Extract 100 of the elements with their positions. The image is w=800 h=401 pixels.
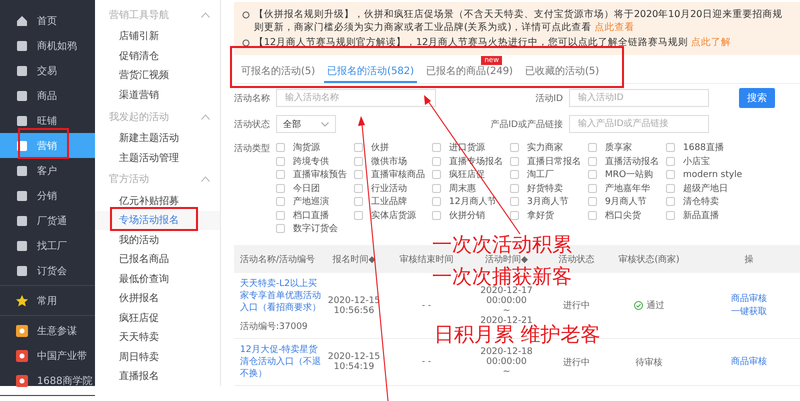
menu-item[interactable]: 新建主题活动	[95, 128, 220, 148]
menu-item[interactable]: 促销清仓	[95, 46, 220, 66]
checkbox[interactable]	[432, 210, 441, 220]
menu-item[interactable]: 我的活动	[95, 230, 220, 250]
checkbox[interactable]	[354, 197, 363, 206]
nav-item[interactable]: 中国产业带	[0, 343, 95, 368]
checkbox[interactable]	[666, 184, 675, 193]
checkbox[interactable]	[432, 143, 441, 152]
text-field[interactable]: 输入产品ID或产品链接	[569, 115, 709, 134]
app-tile-icon	[16, 350, 28, 362]
circle-icon	[242, 39, 250, 47]
nav-item[interactable]: 1688商学院	[0, 368, 95, 393]
checkbox[interactable]	[666, 210, 675, 220]
menu-item[interactable]: 渠道营销	[95, 85, 220, 105]
checkbox[interactable]	[588, 170, 597, 180]
checkbox[interactable]	[276, 170, 285, 180]
checkbox-label: 伙拼	[371, 142, 389, 154]
menu-item[interactable]: 疯狂店促	[95, 308, 220, 328]
status-dropdown[interactable]: 全部	[276, 115, 336, 134]
table-cell: 00:00:00	[486, 296, 527, 306]
nav-item[interactable]: 首页	[0, 8, 95, 33]
menu-item[interactable]: 天天特卖	[95, 328, 220, 348]
search-button[interactable]: 搜索	[739, 88, 775, 108]
checkbox-label: 直播日常报名	[527, 156, 581, 168]
checkbox[interactable]	[666, 156, 675, 166]
checkbox[interactable]	[510, 210, 519, 220]
field-label: 产品ID或产品链接	[489, 118, 564, 131]
checkbox[interactable]	[510, 170, 519, 180]
checkbox[interactable]	[354, 210, 363, 220]
checkbox[interactable]	[588, 143, 597, 152]
menu-item[interactable]: 店铺引新	[95, 26, 220, 46]
checkbox[interactable]	[510, 143, 519, 152]
checkbox-label: 新品直播	[683, 210, 719, 222]
nav-item[interactable]: 订货会	[0, 258, 95, 283]
checkbox[interactable]	[276, 184, 285, 193]
menu-item[interactable]: 已报名商品	[95, 250, 220, 270]
nav-item[interactable]: 商机如鸦	[0, 33, 95, 58]
checkbox-label: 拿好货	[527, 210, 554, 222]
activity-link[interactable]: 天天特卖-L2以上买家专享首单优惠活动入口（看招商要求）	[240, 278, 322, 314]
tile-icon	[16, 40, 28, 52]
checkbox-label: 伙拼分销	[449, 210, 485, 222]
checkbox-label: 跨境专供	[293, 156, 329, 168]
menu-item[interactable]: 营货汇视频	[95, 66, 220, 86]
checkbox-label: 产地嘉年华	[605, 182, 650, 195]
checkbox[interactable]	[666, 197, 675, 206]
menu-item[interactable]: 周日特卖	[95, 347, 220, 367]
checkbox[interactable]	[354, 170, 363, 180]
nav-item[interactable]: 厂货通	[0, 208, 95, 233]
tab[interactable]: 已收藏的活动(5)	[522, 62, 602, 83]
checkbox[interactable]	[276, 210, 285, 220]
action-link[interactable]: 一键获取	[731, 306, 767, 318]
checkbox[interactable]	[276, 143, 285, 152]
tab[interactable]: 可报名的活动(5)	[238, 62, 318, 83]
action-link[interactable]: 商品审核	[731, 292, 767, 306]
section-title: 官方活动	[109, 172, 149, 186]
checkbox[interactable]	[276, 197, 285, 206]
checkbox[interactable]	[354, 143, 363, 152]
checkbox-label: 档口尖货	[605, 210, 641, 222]
menu-item[interactable]: 最低价查询	[95, 269, 220, 289]
activity-link[interactable]: 12月大促-特卖星货清仓活动入口（不退不换）	[240, 344, 322, 380]
nav-item[interactable]: 商品	[0, 83, 95, 108]
checkbox[interactable]	[276, 224, 285, 234]
checkbox[interactable]	[588, 210, 597, 220]
checkbox[interactable]	[432, 197, 441, 206]
checkbox[interactable]	[588, 197, 597, 206]
checkbox[interactable]	[510, 184, 519, 193]
checkbox[interactable]	[354, 156, 363, 166]
action-link[interactable]: 商品审核	[731, 356, 767, 368]
checkbox-label: 质享家	[605, 142, 632, 154]
nav-item[interactable]: 常用	[0, 288, 95, 313]
nav-item[interactable]: 分销	[0, 183, 95, 208]
checkbox[interactable]	[432, 184, 441, 193]
checkbox[interactable]	[510, 156, 519, 166]
checkbox[interactable]	[510, 197, 519, 206]
checkbox[interactable]	[432, 156, 441, 166]
chevron-down-icon	[321, 122, 329, 127]
menu-item[interactable]: 主题活动管理	[95, 148, 220, 168]
menu-item[interactable]: 专场活动报名	[95, 210, 220, 230]
checkbox[interactable]	[432, 170, 441, 180]
menu-item[interactable]: 伙拼报名	[95, 288, 220, 308]
table-cell: 2020-12-21	[480, 316, 533, 326]
nav-item[interactable]: 客户	[0, 158, 95, 183]
notice-text: 【12月商人节赛马规则官方解读】，12月商人节赛马火热进行中，您可以点此了解全链路赛马规则 点此了解	[254, 36, 732, 49]
checkbox[interactable]	[588, 184, 597, 193]
checkbox[interactable]	[354, 184, 363, 193]
menu-item[interactable]: 直播报名	[95, 366, 220, 386]
checkbox[interactable]	[588, 156, 597, 166]
checkbox[interactable]	[666, 170, 675, 180]
checkbox-label: 今日团	[293, 182, 320, 195]
nav-item[interactable]: 旺铺	[0, 108, 95, 133]
nav-item[interactable]: 生意参谋	[0, 318, 95, 343]
circle-icon	[242, 11, 250, 19]
text-field[interactable]: 输入活动ID	[569, 89, 709, 108]
menu-item[interactable]: 亿元补贴招募	[95, 191, 220, 211]
nav-item[interactable]: 找工厂	[0, 233, 95, 258]
nav-item[interactable]: 交易	[0, 58, 95, 83]
checkbox[interactable]	[666, 143, 675, 152]
table-cell-text: 通过	[646, 300, 664, 312]
checkbox[interactable]	[276, 156, 285, 166]
text-field[interactable]: 输入活动名称	[276, 89, 436, 108]
